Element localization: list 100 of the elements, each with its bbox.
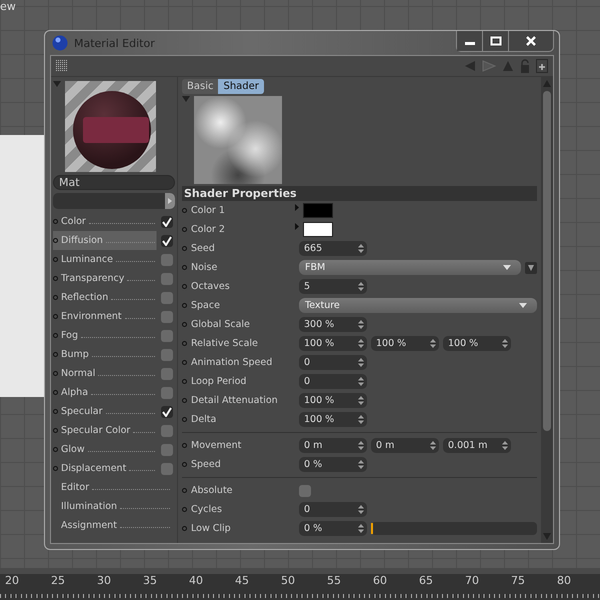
checkbox[interactable] — [161, 444, 173, 456]
parameter-label: Absolute — [191, 485, 234, 496]
tick-label: 60 — [372, 574, 388, 589]
checkbox[interactable] — [161, 368, 173, 380]
up-arrow-icon[interactable] — [502, 60, 514, 72]
section-header: Shader Properties — [182, 186, 537, 201]
number-field[interactable]: 0 m — [299, 438, 367, 453]
scrollbar-thumb[interactable] — [543, 91, 551, 431]
timeline-ruler[interactable]: 20 25 30 35 40 45 50 55 60 65 70 75 80 — [0, 568, 600, 600]
number-field[interactable]: 100 % — [299, 393, 367, 408]
parameter-label: Global Scale — [191, 319, 251, 330]
maximize-button[interactable] — [483, 31, 509, 51]
number-field[interactable]: 665 — [299, 241, 367, 256]
spinner-arrows-icon — [502, 441, 508, 450]
bullet-icon — [53, 371, 58, 376]
collapse-triangle-icon[interactable] — [182, 96, 190, 102]
scroll-up-icon[interactable] — [542, 79, 552, 89]
number-field[interactable]: 0 m — [371, 438, 439, 453]
number-field[interactable]: 5 — [299, 279, 367, 294]
number-field[interactable]: 100 % — [299, 412, 367, 427]
material-name-field[interactable]: Mat — [53, 175, 175, 190]
menu-label[interactable]: ew — [0, 0, 16, 13]
checkbox[interactable] — [161, 292, 173, 304]
checkbox[interactable] — [161, 406, 173, 418]
color-swatch[interactable] — [303, 222, 333, 237]
number-field[interactable]: 0 — [299, 374, 367, 389]
material-dropdown[interactable] — [53, 193, 175, 209]
minimize-button[interactable] — [457, 31, 483, 51]
close-button[interactable] — [509, 31, 553, 51]
checkbox[interactable] — [161, 310, 173, 322]
spinner-arrows-icon — [358, 396, 364, 405]
parameter-label: Seed — [191, 243, 216, 254]
forward-arrow-icon[interactable] — [482, 60, 496, 72]
padlock-icon[interactable] — [520, 59, 530, 73]
tick-label: 30 — [96, 574, 112, 589]
channel-item[interactable]: Color — [53, 212, 175, 231]
channel-item[interactable]: Diffusion — [53, 231, 175, 250]
collapse-triangle-icon[interactable] — [53, 81, 61, 87]
checkbox[interactable] — [161, 386, 173, 398]
arrow-right-icon[interactable] — [295, 204, 299, 211]
back-arrow-icon[interactable] — [464, 60, 476, 72]
checkbox[interactable] — [161, 272, 173, 284]
parameter-label: Animation Speed — [191, 357, 274, 368]
channel-item[interactable]: Specular Color — [53, 421, 175, 440]
number-field[interactable]: 0 — [299, 355, 367, 370]
number-field[interactable]: 0 — [299, 502, 367, 517]
checkbox[interactable] — [299, 484, 311, 496]
channel-item[interactable]: Glow — [53, 440, 175, 459]
scroll-down-icon[interactable] — [542, 531, 552, 541]
arrow-right-icon — [168, 198, 172, 204]
checkbox[interactable] — [161, 424, 173, 436]
tab[interactable]: Basic — [182, 79, 218, 94]
menu-arrow-icon[interactable] — [525, 262, 537, 274]
checkbox[interactable] — [161, 330, 173, 342]
parameter-label: Detail Attenuation — [191, 395, 279, 406]
spinner-arrows-icon — [358, 524, 364, 533]
number-field[interactable]: 300 % — [299, 317, 367, 332]
slider-track[interactable] — [371, 522, 537, 535]
maximize-icon — [490, 36, 502, 46]
channel-item[interactable]: Reflection — [53, 288, 175, 307]
bullet-icon — [182, 246, 187, 251]
channel-item[interactable]: Illumination — [53, 497, 175, 516]
checkbox[interactable] — [161, 348, 173, 360]
number-field[interactable]: 0 % — [299, 521, 367, 536]
checkbox[interactable] — [161, 234, 173, 246]
channel-item[interactable]: Editor — [53, 478, 175, 497]
bullet-icon — [53, 219, 58, 224]
bullet-icon — [182, 227, 187, 232]
checkbox[interactable] — [161, 254, 173, 266]
dropdown[interactable]: FBM — [299, 260, 521, 275]
number-field[interactable]: 100 % — [371, 336, 439, 351]
channel-item[interactable]: Fog — [53, 326, 175, 345]
tick-label: 80 — [556, 574, 572, 589]
channel-item[interactable]: Transparency — [53, 269, 175, 288]
channel-item[interactable]: Specular — [53, 402, 175, 421]
dropdown[interactable]: Texture — [299, 298, 537, 313]
channel-item[interactable]: Environment — [53, 307, 175, 326]
spinner-arrows-icon — [430, 339, 436, 348]
checkbox[interactable] — [161, 462, 173, 474]
number-field[interactable]: 0 % — [299, 457, 367, 472]
bullet-icon — [53, 466, 58, 471]
scrollbar[interactable] — [541, 77, 553, 543]
channel-item[interactable]: Displacement — [53, 459, 175, 478]
grip-icon[interactable] — [56, 60, 68, 72]
channel-item[interactable]: Alpha — [53, 383, 175, 402]
number-field[interactable]: 100 % — [443, 336, 511, 351]
tab[interactable]: Shader — [218, 79, 264, 94]
channel-item[interactable]: Normal — [53, 364, 175, 383]
number-field[interactable]: 0.001 m — [443, 438, 511, 453]
channel-item[interactable]: Assignment — [53, 516, 175, 535]
number-field[interactable]: 100 % — [299, 336, 367, 351]
checkbox[interactable] — [161, 216, 173, 228]
color-swatch[interactable] — [303, 203, 333, 218]
channel-item[interactable]: Bump — [53, 345, 175, 364]
spinner-arrows-icon — [358, 415, 364, 424]
arrow-right-icon[interactable] — [295, 223, 299, 230]
bullet-icon — [53, 409, 58, 414]
channel-item[interactable]: Luminance — [53, 250, 175, 269]
spinner-arrows-icon — [502, 339, 508, 348]
new-window-icon[interactable] — [536, 59, 548, 73]
